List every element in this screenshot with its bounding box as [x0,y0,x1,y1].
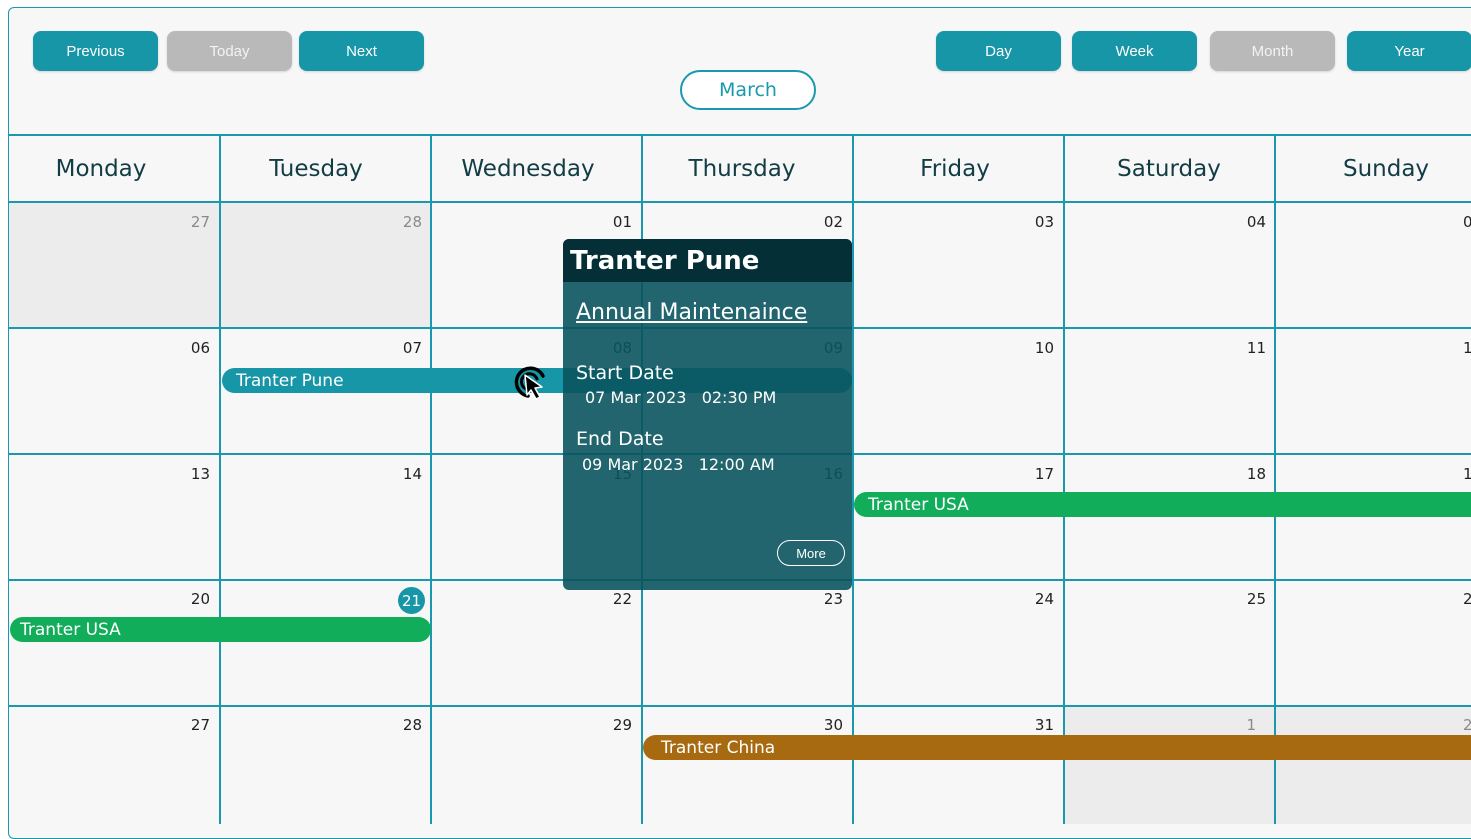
date-number[interactable]: 19 [1463,465,1471,483]
date-number[interactable]: 24 [1014,590,1054,608]
date-number[interactable]: 28 [382,213,422,231]
dayname-friday: Friday [920,156,990,182]
date-number[interactable]: 04 [1226,213,1266,231]
date-number[interactable]: 10 [1014,339,1054,357]
date-number[interactable]: 02 [803,213,843,231]
month-view-button[interactable]: Month [1210,31,1335,71]
date-number[interactable]: 31 [1014,716,1054,734]
date-number[interactable]: 11 [1226,339,1266,357]
year-view-button[interactable]: Year [1347,31,1471,71]
event-tranter-china[interactable]: Tranter China [643,735,1471,760]
dayname-wednesday: Wednesday [461,156,595,182]
date-number[interactable]: 17 [1014,465,1054,483]
date-number[interactable]: 07 [382,339,422,357]
month-title: March [680,70,816,110]
next-button[interactable]: Next [299,31,424,71]
date-number[interactable]: 25 [1226,590,1266,608]
dayname-sunday: Sunday [1342,156,1430,182]
click-cursor-icon [514,366,545,400]
dayname-thursday: Thursday [688,156,796,182]
date-number[interactable]: 12 [1463,339,1471,357]
dayname-saturday: Saturday [1117,156,1221,182]
event-tranter-usa[interactable]: Tranter USA [854,492,1471,517]
popup-subject-link[interactable]: Annual Maintenaince [576,300,807,325]
grid-line [852,135,854,824]
popup-title: Tranter Pune [563,239,852,282]
date-number[interactable]: 27 [170,213,210,231]
previous-button[interactable]: Previous [33,31,158,71]
day-view-button[interactable]: Day [936,31,1061,71]
grid-line [1274,135,1276,824]
date-number[interactable]: 05 [1463,213,1471,231]
popup-end-value: 09 Mar 2023 12:00 AM [582,455,775,474]
grid-line [8,705,1471,707]
date-number[interactable]: 03 [1014,213,1054,231]
grid-line [219,135,221,824]
grey-cell [1276,707,1471,824]
dayname-monday: Monday [55,156,147,182]
popup-start-value: 07 Mar 2023 02:30 PM [585,388,777,407]
date-number[interactable]: 29 [592,716,632,734]
grid-line [430,135,432,824]
today-date-badge[interactable]: 21 [398,587,425,614]
event-popup: Tranter Pune Annual Maintenaince Start D… [563,239,852,590]
date-number[interactable]: 06 [170,339,210,357]
date-number[interactable]: 20 [170,590,210,608]
date-number[interactable]: 13 [170,465,210,483]
date-number[interactable]: 14 [382,465,422,483]
grid-line [8,134,1471,136]
date-number[interactable]: 23 [803,590,843,608]
more-button[interactable]: More [777,540,845,566]
date-number[interactable]: 26 [1463,590,1471,608]
date-number[interactable]: 22 [592,590,632,608]
date-number[interactable]: 27 [170,716,210,734]
week-view-button[interactable]: Week [1072,31,1197,71]
date-number[interactable]: 1 [1216,716,1256,734]
today-button[interactable]: Today [167,31,292,71]
date-number[interactable]: 01 [592,213,632,231]
date-number[interactable]: 2 [1463,716,1471,734]
grid-line [1063,135,1065,824]
popup-start-label: Start Date [576,362,674,384]
date-number[interactable]: 28 [382,716,422,734]
dayname-tuesday: Tuesday [269,156,363,182]
grid-line [8,201,1471,203]
date-number[interactable]: 30 [803,716,843,734]
event-tranter-usa[interactable]: Tranter USA [10,617,431,642]
popup-end-label: End Date [576,428,664,450]
date-number[interactable]: 18 [1226,465,1266,483]
